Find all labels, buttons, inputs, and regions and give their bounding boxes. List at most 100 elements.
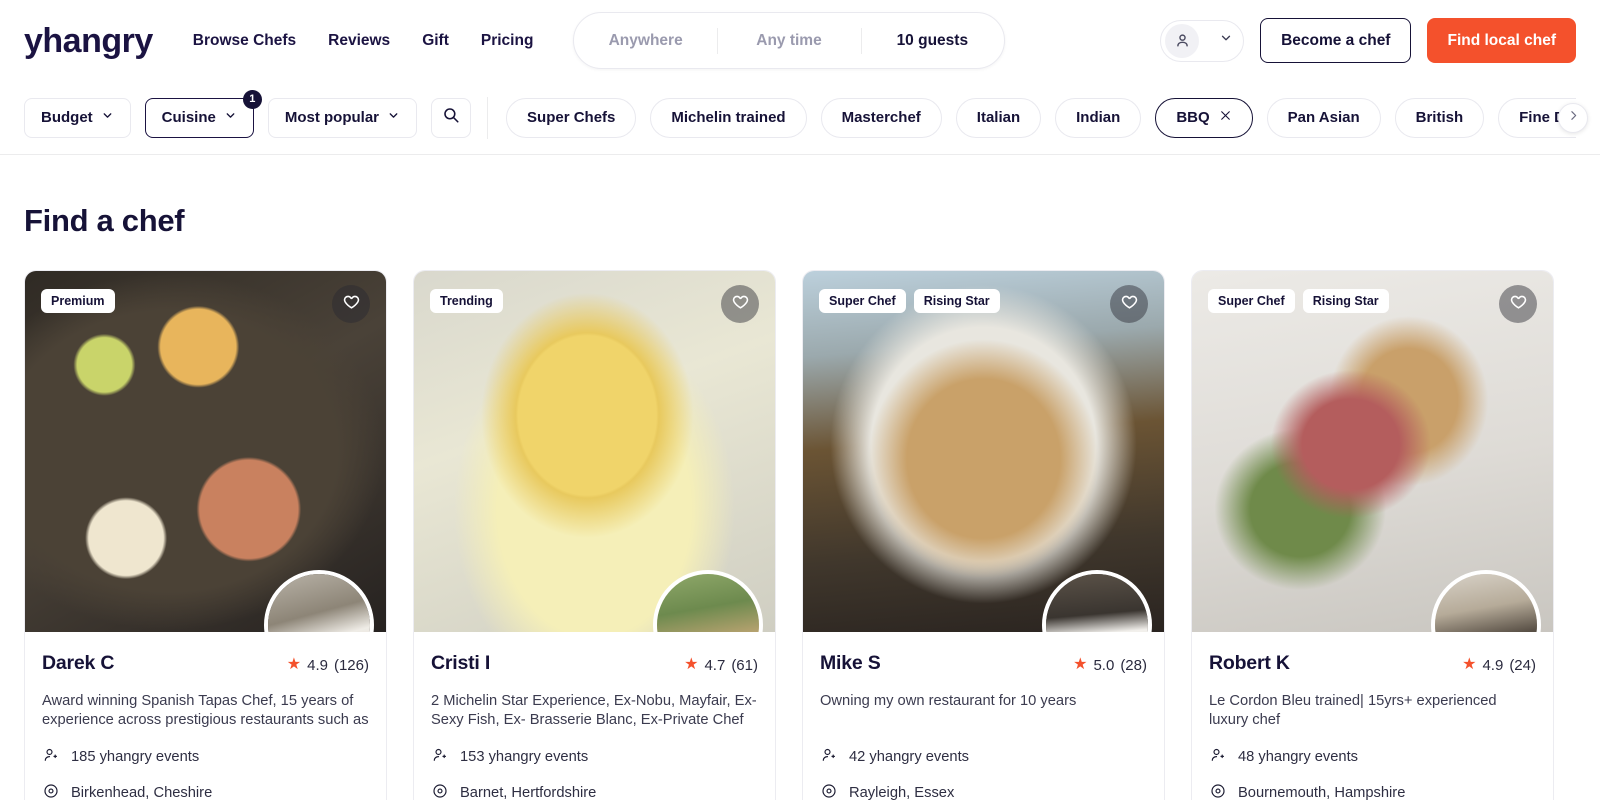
chef-rating: ★ 4.9 (126) — [287, 657, 369, 674]
chef-rating: ★ 5.0 (28) — [1073, 657, 1147, 674]
chef-card-body: Darek C ★ 4.9 (126) Award winning Spanis… — [25, 632, 386, 800]
person-star-icon — [431, 746, 449, 768]
page-title: Find a chef — [24, 203, 185, 238]
badge-super-chef: Super Chef — [819, 289, 906, 313]
nav-reviews[interactable]: Reviews — [328, 32, 390, 50]
filter-budget[interactable]: Budget — [24, 97, 131, 138]
chef-card[interactable]: Premium Darek C ★ 4.9 (126) Award winnin… — [24, 270, 387, 800]
chef-avatar — [1042, 570, 1152, 632]
nav-pricing[interactable]: Pricing — [481, 32, 534, 50]
chef-name: Mike S — [820, 652, 881, 674]
chevron-down-icon — [387, 109, 400, 126]
chip-label: Michelin trained — [671, 109, 786, 126]
card-badges: Super Chef Rising Star — [819, 289, 1000, 313]
search-bar[interactable]: Anywhere Any time 10 guests — [573, 12, 1005, 69]
nav-gift[interactable]: Gift — [422, 32, 449, 50]
badge-premium: Premium — [41, 289, 115, 313]
chef-name: Robert K — [1209, 652, 1290, 674]
chip-label: Super Chefs — [527, 109, 616, 126]
chip-michelin-trained[interactable]: Michelin trained — [650, 97, 807, 138]
chef-avatar — [264, 570, 374, 632]
favourite-button[interactable] — [332, 285, 370, 323]
chef-description: Owning my own restaurant for 10 years — [820, 693, 1077, 709]
chip-label: Pan Asian — [1287, 109, 1360, 126]
chef-location-row: Rayleigh, Essex — [820, 782, 1147, 800]
become-a-chef-button[interactable]: Become a chef — [1260, 18, 1412, 63]
rating-value: 5.0 — [1093, 656, 1115, 674]
chef-events-row: 153 yhangry events — [431, 746, 758, 768]
chef-avatar — [653, 570, 763, 632]
nav-browse-chefs[interactable]: Browse Chefs — [193, 32, 296, 50]
chef-dish-photo: Super Chef Rising Star — [1192, 271, 1553, 632]
search-guests[interactable]: 10 guests — [861, 26, 1004, 56]
account-menu-button[interactable] — [1160, 19, 1245, 62]
main-nav: Browse Chefs Reviews Gift Pricing — [193, 32, 534, 50]
chef-card[interactable]: Trending Cristi I ★ 4.7 (61) 2 Michelin … — [413, 270, 776, 800]
filter-sort[interactable]: Most popular — [267, 97, 418, 138]
chip-masterchef[interactable]: Masterchef — [820, 97, 942, 138]
chef-rating: ★ 4.9 (24) — [1462, 657, 1536, 674]
chef-card-grid: Premium Darek C ★ 4.9 (126) Award winnin… — [24, 270, 1576, 800]
location-pin-icon — [431, 782, 449, 800]
search-button[interactable] — [431, 97, 472, 138]
location-pin-icon — [820, 782, 838, 800]
chip-label: British — [1415, 109, 1464, 126]
chef-card-body: Robert K ★ 4.9 (24) Le Cordon Bleu train… — [1192, 632, 1553, 800]
chip-british[interactable]: British — [1394, 97, 1485, 138]
site-header: yhangry Browse Chefs Reviews Gift Pricin… — [0, 0, 1600, 81]
search-location[interactable]: Anywhere — [574, 26, 717, 56]
heart-icon — [1120, 293, 1139, 315]
card-badges: Super Chef Rising Star — [1208, 289, 1389, 313]
chevron-right-icon — [1567, 109, 1580, 127]
chevron-down-icon — [1219, 31, 1233, 50]
user-icon — [1165, 23, 1200, 58]
brand-logo[interactable]: yhangry — [24, 24, 153, 58]
rating-value: 4.9 — [1482, 656, 1504, 674]
chef-events-row: 185 yhangry events — [42, 746, 369, 768]
search-icon — [442, 106, 460, 129]
chef-events-row: 42 yhangry events — [820, 746, 1147, 768]
person-star-icon — [1209, 746, 1227, 768]
find-local-chef-button[interactable]: Find local chef — [1427, 18, 1576, 63]
chef-dish-photo: Premium — [25, 271, 386, 632]
chef-location-row: Barnet, Hertfordshire — [431, 782, 758, 800]
location-pin-icon — [42, 782, 60, 800]
star-icon: ★ — [684, 656, 699, 673]
chef-card[interactable]: Super Chef Rising Star Robert K ★ 4.9 (2… — [1191, 270, 1554, 800]
chef-location: Rayleigh, Essex — [849, 785, 955, 800]
badge-rising-star: Rising Star — [1302, 289, 1389, 313]
chips-scroll-right-button[interactable] — [1558, 102, 1588, 133]
chef-card[interactable]: Super Chef Rising Star Mike S ★ 5.0 (28)… — [802, 270, 1165, 800]
chip-label: Masterchef — [841, 109, 921, 126]
chip-super-chefs[interactable]: Super Chefs — [506, 97, 637, 138]
filter-divider — [487, 96, 489, 139]
heart-icon — [731, 293, 750, 315]
chef-location-row: Birkenhead, Cheshire — [42, 782, 369, 800]
favourite-button[interactable] — [721, 285, 759, 323]
main-content: Find a chef Premium Darek C ★ 4.9 (126) … — [0, 203, 1600, 800]
review-count: (28) — [1120, 656, 1147, 674]
rating-value: 4.7 — [704, 656, 726, 674]
filter-bar: Budget Cuisine 1 Most popular Super Chef… — [0, 81, 1600, 155]
favourite-button[interactable] — [1499, 285, 1537, 323]
favourite-button[interactable] — [1110, 285, 1148, 323]
chip-pan-asian[interactable]: Pan Asian — [1266, 97, 1381, 138]
chef-card-body: Mike S ★ 5.0 (28) Owning my own restaura… — [803, 632, 1164, 800]
chef-name: Darek C — [42, 652, 115, 674]
header-actions: Become a chef Find local chef — [1160, 18, 1576, 63]
chef-rating: ★ 4.7 (61) — [684, 657, 758, 674]
filter-cuisine[interactable]: Cuisine 1 — [144, 89, 262, 138]
chef-card-body: Cristi I ★ 4.7 (61) 2 Michelin Star Expe… — [414, 632, 775, 800]
chef-location-row: Bournemouth, Hampshire — [1209, 782, 1536, 800]
chip-indian[interactable]: Indian — [1055, 97, 1142, 138]
review-count: (24) — [1509, 656, 1536, 674]
chip-italian[interactable]: Italian — [955, 97, 1042, 138]
chip-bbq[interactable]: BBQ — [1155, 97, 1253, 138]
chef-description: 2 Michelin Star Experience, Ex-Nobu, May… — [431, 693, 757, 728]
close-icon[interactable] — [1219, 109, 1232, 126]
heart-icon — [342, 293, 361, 315]
chef-avatar — [1431, 570, 1541, 632]
chef-events-count: 153 yhangry events — [460, 749, 589, 765]
search-date[interactable]: Any time — [717, 26, 860, 56]
chef-description: Award winning Spanish Tapas Chef, 15 yea… — [42, 693, 369, 728]
